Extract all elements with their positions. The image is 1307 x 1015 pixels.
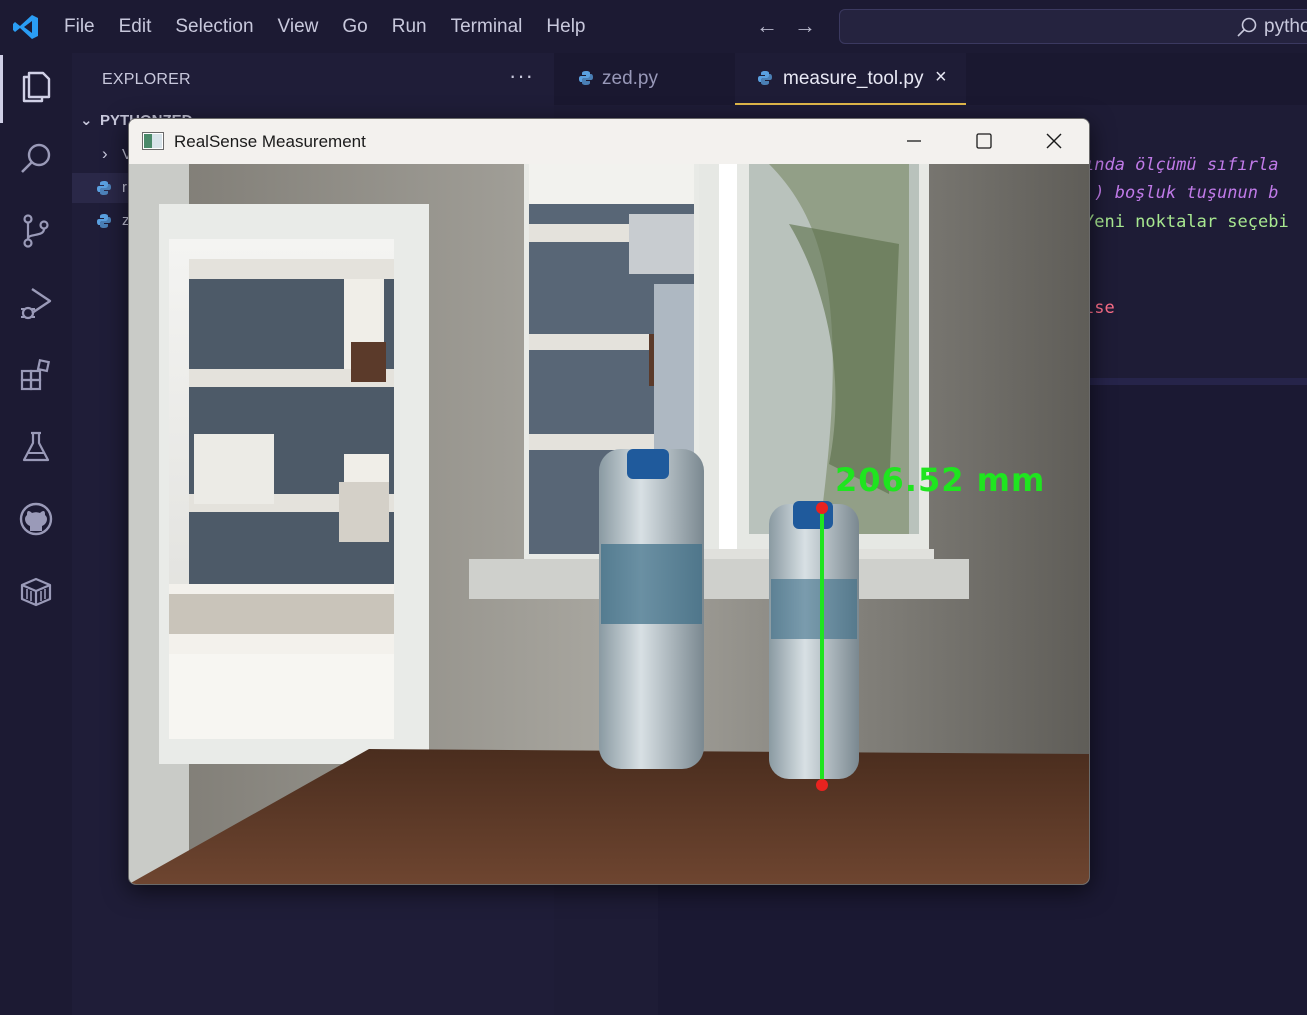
code-line[interactable]: ında ölçümü sıfırla [1084,155,1278,175]
menu-terminal[interactable]: Terminal [439,15,535,39]
title-bar: File Edit Selection View Go Run Terminal… [0,0,1307,53]
menu-selection[interactable]: Selection [163,15,265,39]
source-control-icon[interactable] [16,211,56,251]
back-arrow-icon[interactable]: ← [756,14,778,38]
maximize-button[interactable] [949,119,1019,164]
tab-label: zed.py [602,68,658,89]
search-icon [1237,17,1257,37]
vscode-logo-icon[interactable] [12,13,40,41]
extensions-icon[interactable] [16,355,56,395]
minimize-icon [907,140,921,142]
python-file-icon [758,71,772,85]
menu-file[interactable]: File [52,15,107,39]
close-tab-icon[interactable]: × [935,66,947,89]
menu-view[interactable]: View [266,15,331,39]
menu-help[interactable]: Help [534,15,597,39]
explorer-icon[interactable] [16,67,56,107]
more-actions-icon[interactable]: ··· [509,63,534,89]
realsense-window: RealSense Measurement 206.52 mm [128,118,1090,885]
chevron-down-icon: ⌄ [80,112,93,129]
sidebar-title: EXPLORER [102,71,191,88]
editor-tabs: zed.py measure_tool.py × [554,53,1307,105]
tab-measure-tool-py[interactable]: measure_tool.py × [735,53,966,105]
tab-label: measure_tool.py [783,68,924,89]
forward-arrow-icon[interactable]: → [794,14,816,38]
tab-zed-py[interactable]: zed.py [554,53,734,105]
window-title-bar[interactable]: RealSense Measurement [129,119,1089,164]
menu-go[interactable]: Go [330,15,379,39]
measurement-label: 206.52 mm [835,461,1046,499]
code-line[interactable]: Yeni noktalar seçebi [1084,212,1289,232]
menu-bar: File Edit Selection View Go Run Terminal… [52,15,598,39]
camera-frame-illustration [129,164,1089,884]
activity-bar [0,53,72,1015]
menu-edit[interactable]: Edit [107,15,164,39]
run-debug-icon[interactable] [16,283,56,323]
close-window-button[interactable] [1019,119,1089,164]
python-file-icon [97,181,111,195]
python-file-icon [97,214,111,228]
tree-item-label: r [122,179,127,196]
github-icon[interactable] [16,499,56,539]
maximize-icon [976,133,992,149]
active-indicator [0,55,3,123]
camera-feed[interactable]: 206.52 mm [129,164,1089,884]
navigation-arrows: ← → [756,14,816,38]
code-line[interactable]: ') boşluk tuşunun b [1084,183,1278,203]
window-title: RealSense Measurement [174,132,366,151]
command-center[interactable]: pytho [839,9,1307,44]
close-icon [1046,133,1062,149]
menu-run[interactable]: Run [380,15,439,39]
command-center-text: pytho [1264,16,1307,37]
testing-icon[interactable] [16,427,56,467]
chevron-right-icon: › [102,144,108,163]
remote-explorer-icon[interactable] [16,571,56,611]
window-app-icon [142,132,164,150]
measurement-start-point [816,502,828,514]
minimize-button[interactable] [879,119,949,164]
search-icon[interactable] [16,139,56,179]
measurement-end-point [816,779,828,791]
python-file-icon [579,71,593,85]
